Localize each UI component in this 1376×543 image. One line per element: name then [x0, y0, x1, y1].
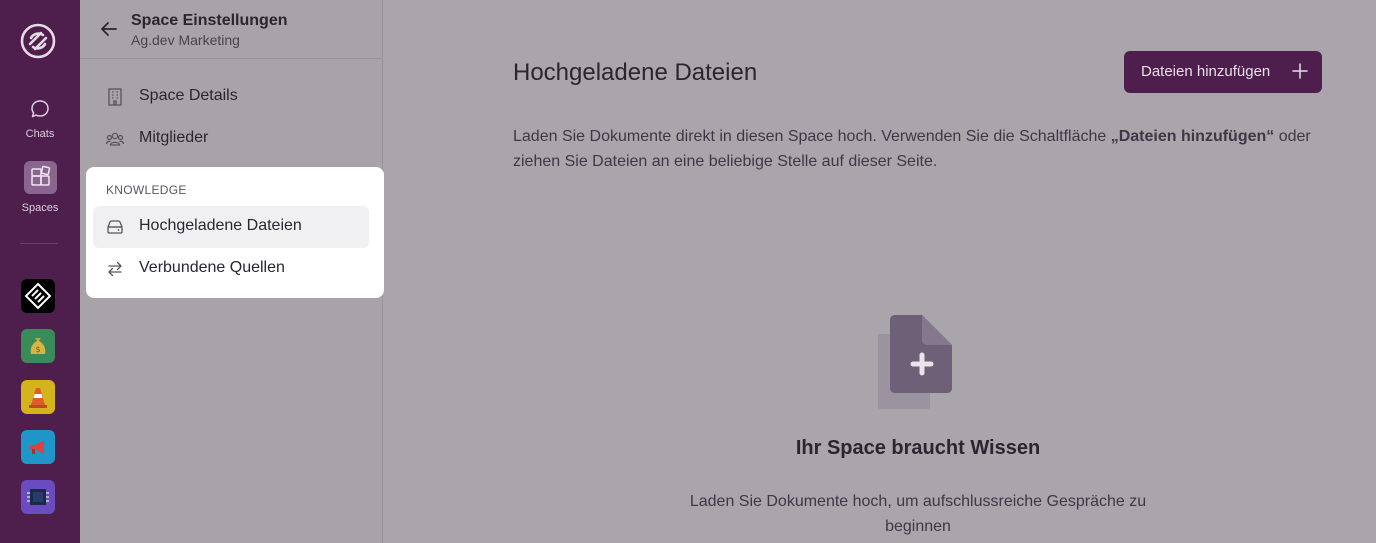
- chat-bubble-icon: [31, 100, 49, 118]
- space-chip[interactable]: [21, 480, 55, 514]
- knowledge-heading: KNOWLEDGE: [106, 183, 187, 197]
- knowledge-section: KNOWLEDGE Hochgeladene Dateien Verbunden…: [86, 167, 384, 298]
- back-arrow-icon[interactable]: [98, 18, 120, 40]
- page-title: Hochgeladene Dateien: [513, 59, 758, 86]
- rail-nav-chats[interactable]: Chats: [0, 98, 80, 140]
- sidebar-item-space-details[interactable]: Space Details: [93, 76, 369, 118]
- svg-text:$: $: [35, 345, 40, 354]
- sidebar-item-label: Space Details: [139, 87, 238, 104]
- sidebar-item-uploaded-files[interactable]: Hochgeladene Dateien: [93, 206, 369, 248]
- description-button-reference: „Dateien hinzufügen“: [1110, 128, 1275, 145]
- sidebar-item-connected-sources[interactable]: Verbundene Quellen: [93, 248, 369, 290]
- members-icon: [105, 132, 125, 146]
- sidebar-subtitle: Ag.dev Marketing: [131, 32, 240, 48]
- megaphone-icon: [30, 440, 44, 454]
- sidebar-item-label: Verbundene Quellen: [139, 259, 285, 276]
- spaces-icon: [23, 161, 57, 194]
- sidebar-item-label: Mitglieder: [139, 129, 209, 146]
- rail-nav-spaces-label: Spaces: [21, 202, 59, 214]
- add-files-button[interactable]: Dateien hinzufügen: [1124, 51, 1322, 93]
- plus-icon: [1292, 63, 1308, 79]
- chip-icon: [27, 489, 49, 505]
- money-bag-icon: $: [30, 338, 46, 354]
- sidebar-item-label: Hochgeladene Dateien: [139, 217, 302, 234]
- rail-nav-spaces[interactable]: Spaces: [0, 161, 80, 214]
- add-document-icon: [878, 315, 952, 409]
- building-icon: [108, 88, 122, 106]
- page-description: Laden Sie Dokumente direkt in diesen Spa…: [513, 128, 1311, 170]
- rail-nav-chats-label: Chats: [25, 128, 55, 140]
- rail-divider: [20, 243, 58, 244]
- app-rail: Chats Spaces $: [0, 0, 80, 543]
- sidebar-title: Space Einstellungen: [131, 12, 288, 29]
- space-diamond[interactable]: [21, 279, 55, 313]
- diamond-logo-icon: [24, 282, 52, 310]
- drive-icon: [107, 220, 123, 234]
- space-traffic-cone[interactable]: [21, 380, 55, 414]
- app-logo-icon[interactable]: [19, 22, 57, 60]
- empty-state-title: Ihr Space braucht Wissen: [795, 437, 1041, 459]
- traffic-cone-icon: [29, 388, 47, 408]
- sidebar-item-members[interactable]: Mitglieder: [93, 118, 369, 160]
- space-megaphone[interactable]: [21, 430, 55, 464]
- empty-state-text: Laden Sie Dokumente hoch, um aufschlussr…: [689, 493, 1147, 535]
- space-money-bag[interactable]: $: [21, 329, 55, 363]
- sidebar-header: Space Einstellungen Ag.dev Marketing: [80, 0, 382, 59]
- add-files-button-label: Dateien hinzufügen: [1141, 63, 1271, 80]
- arrows-swap-icon: [108, 261, 122, 277]
